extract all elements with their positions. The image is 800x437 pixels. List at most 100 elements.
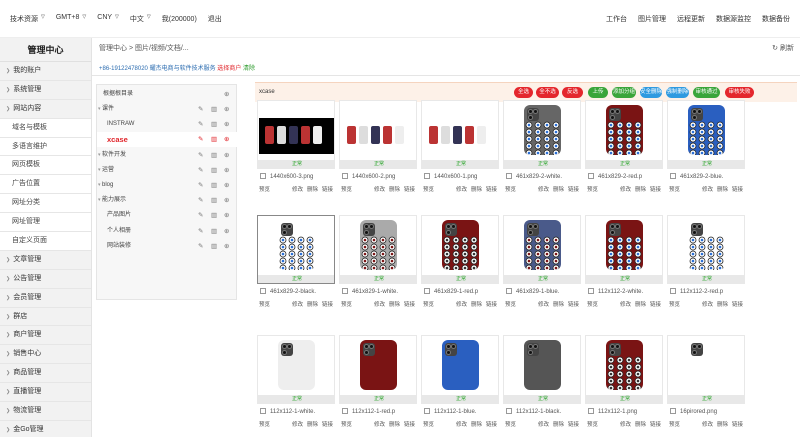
delete-link[interactable]: 删除 bbox=[553, 302, 564, 308]
link-link[interactable]: 链接 bbox=[568, 302, 579, 308]
image-thumbnail[interactable]: 正常 bbox=[421, 215, 499, 284]
image-card[interactable]: 正常 1440x600-2.png 预览 修改 删除 链接 bbox=[339, 100, 417, 198]
edit-link[interactable]: 修改 bbox=[374, 302, 385, 308]
image-card[interactable]: 正常 1440x600-1.png 预览 修改 删除 链接 bbox=[421, 100, 499, 198]
top-menu-item[interactable]: CNY bbox=[97, 14, 112, 24]
edit-link[interactable]: 修改 bbox=[620, 302, 631, 308]
top-right-item[interactable]: 数据源监控 bbox=[716, 14, 751, 24]
toolbar-button[interactable]: 审核失败 bbox=[725, 87, 754, 98]
select-checkbox[interactable] bbox=[260, 288, 266, 294]
select-checkbox[interactable] bbox=[506, 173, 512, 179]
select-checkbox[interactable] bbox=[506, 408, 512, 414]
delete-icon[interactable]: ▥ bbox=[211, 224, 217, 239]
select-checkbox[interactable] bbox=[424, 288, 430, 294]
preview-link[interactable]: 预览 bbox=[669, 300, 680, 308]
image-thumbnail[interactable]: 正常 bbox=[667, 335, 745, 404]
preview-link[interactable]: 预览 bbox=[423, 420, 434, 428]
delete-link[interactable]: 删除 bbox=[471, 302, 482, 308]
sidebar-item[interactable]: ❯ 网站内容 bbox=[0, 100, 91, 119]
add-icon[interactable]: ⊕ bbox=[224, 193, 229, 208]
link-link[interactable]: 链接 bbox=[486, 187, 497, 193]
sidebar-item[interactable]: ❯ 销售中心 bbox=[0, 345, 91, 365]
sidebar-item[interactable]: 网页模板 bbox=[0, 156, 91, 176]
image-thumbnail[interactable]: 正常 bbox=[667, 215, 745, 284]
image-card[interactable]: 正常 112x112-1.png 预览 修改 删除 链接 bbox=[585, 335, 663, 433]
image-thumbnail[interactable]: 正常 bbox=[421, 335, 499, 404]
top-menu-item[interactable]: 中文 bbox=[130, 14, 144, 24]
top-menu-item[interactable]: 退出 bbox=[208, 14, 222, 24]
edit-link[interactable]: 修改 bbox=[292, 422, 303, 428]
toolbar-button[interactable]: 全选 bbox=[514, 87, 533, 98]
image-thumbnail[interactable]: 正常 bbox=[421, 100, 499, 169]
preview-link[interactable]: 预览 bbox=[505, 300, 516, 308]
edit-icon[interactable]: ✎ bbox=[198, 148, 203, 163]
image-card[interactable]: 正常 461x829-1-blue. 预览 修改 删除 链接 bbox=[503, 215, 581, 313]
toolbar-button[interactable]: 添加分组 bbox=[612, 87, 636, 98]
image-thumbnail[interactable]: 正常 bbox=[257, 100, 335, 169]
select-checkbox[interactable] bbox=[670, 288, 676, 294]
top-right-item[interactable]: 数据备份 bbox=[762, 14, 790, 24]
image-thumbnail[interactable]: 正常 bbox=[503, 335, 581, 404]
sidebar-item[interactable]: ❯ 系统管理 bbox=[0, 81, 91, 100]
preview-link[interactable]: 预览 bbox=[341, 300, 352, 308]
delete-icon[interactable]: ▥ bbox=[211, 239, 217, 254]
sidebar-item[interactable]: ❯ 商户管理 bbox=[0, 326, 91, 346]
image-card[interactable]: 正常 112x112-2-white. 预览 修改 删除 链接 bbox=[585, 215, 663, 313]
delete-icon[interactable]: ▥ bbox=[211, 208, 217, 223]
top-menu-item[interactable]: 我(200000) bbox=[162, 14, 197, 24]
folder-item[interactable]: 网站装修 ✎ ▥ ⊕ bbox=[97, 239, 238, 254]
edit-icon[interactable]: ✎ bbox=[198, 224, 203, 239]
preview-link[interactable]: 预览 bbox=[423, 300, 434, 308]
delete-icon[interactable]: ▥ bbox=[211, 117, 217, 132]
sidebar-item[interactable]: 网址分类 bbox=[0, 194, 91, 214]
edit-icon[interactable]: ✎ bbox=[198, 132, 203, 147]
delete-link[interactable]: 删除 bbox=[717, 422, 728, 428]
preview-link[interactable]: 预览 bbox=[669, 420, 680, 428]
toolbar-button[interactable]: 反选 bbox=[562, 87, 583, 98]
delete-icon[interactable]: ▥ bbox=[211, 132, 217, 147]
edit-icon[interactable]: ✎ bbox=[198, 102, 203, 117]
delete-link[interactable]: 删除 bbox=[553, 422, 564, 428]
folder-item[interactable]: ▾ blog ✎ ▥ ⊕ bbox=[97, 178, 238, 193]
delete-link[interactable]: 删除 bbox=[389, 187, 400, 193]
top-menu-item[interactable]: 技术资源 bbox=[10, 14, 38, 24]
preview-link[interactable]: 预览 bbox=[259, 185, 270, 193]
image-card[interactable]: 正常 461x829-2-blue. 预览 修改 删除 链接 bbox=[667, 100, 745, 198]
image-card[interactable]: 正常 1440x600-3.png 预览 修改 删除 链接 bbox=[257, 100, 335, 198]
preview-link[interactable]: 预览 bbox=[505, 185, 516, 193]
add-icon[interactable]: ⊕ bbox=[224, 163, 229, 178]
edit-link[interactable]: 修改 bbox=[538, 187, 549, 193]
link-link[interactable]: 链接 bbox=[404, 187, 415, 193]
edit-icon[interactable]: ✎ bbox=[198, 208, 203, 223]
image-thumbnail[interactable]: 正常 bbox=[339, 335, 417, 404]
add-icon[interactable]: ⊕ bbox=[224, 239, 229, 254]
select-checkbox[interactable] bbox=[588, 408, 594, 414]
select-checkbox[interactable] bbox=[588, 288, 594, 294]
sidebar-item[interactable]: 广告位置 bbox=[0, 175, 91, 195]
delete-link[interactable]: 删除 bbox=[471, 187, 482, 193]
edit-link[interactable]: 修改 bbox=[620, 187, 631, 193]
preview-link[interactable]: 预览 bbox=[587, 300, 598, 308]
sidebar-item[interactable]: ❯ 公告管理 bbox=[0, 270, 91, 289]
select-checkbox[interactable] bbox=[260, 173, 266, 179]
link-link[interactable]: 链接 bbox=[404, 422, 415, 428]
select-checkbox[interactable] bbox=[260, 408, 266, 414]
image-card[interactable]: 正常 16pirored.png 预览 修改 删除 链接 bbox=[667, 335, 745, 433]
toolbar-button[interactable]: 审核通过 bbox=[693, 87, 720, 98]
image-card[interactable]: 正常 461x829-1-white. 预览 修改 删除 链接 bbox=[339, 215, 417, 313]
select-checkbox[interactable] bbox=[342, 288, 348, 294]
edit-icon[interactable]: ✎ bbox=[198, 117, 203, 132]
edit-icon[interactable]: ✎ bbox=[198, 239, 203, 254]
image-thumbnail[interactable]: 正常 bbox=[585, 100, 663, 169]
select-checkbox[interactable] bbox=[424, 408, 430, 414]
delete-icon[interactable]: ▥ bbox=[211, 102, 217, 117]
image-card[interactable]: 正常 112x112-1-red.p 预览 修改 删除 链接 bbox=[339, 335, 417, 433]
folder-item[interactable]: 个人相册 ✎ ▥ ⊕ bbox=[97, 224, 238, 239]
edit-link[interactable]: 修改 bbox=[456, 302, 467, 308]
edit-link[interactable]: 修改 bbox=[456, 422, 467, 428]
image-card[interactable]: 正常 112x112-1-blue. 预览 修改 删除 链接 bbox=[421, 335, 499, 433]
edit-link[interactable]: 修改 bbox=[292, 302, 303, 308]
select-checkbox[interactable] bbox=[588, 173, 594, 179]
preview-link[interactable]: 预览 bbox=[669, 185, 680, 193]
link-link[interactable]: 链接 bbox=[650, 187, 661, 193]
